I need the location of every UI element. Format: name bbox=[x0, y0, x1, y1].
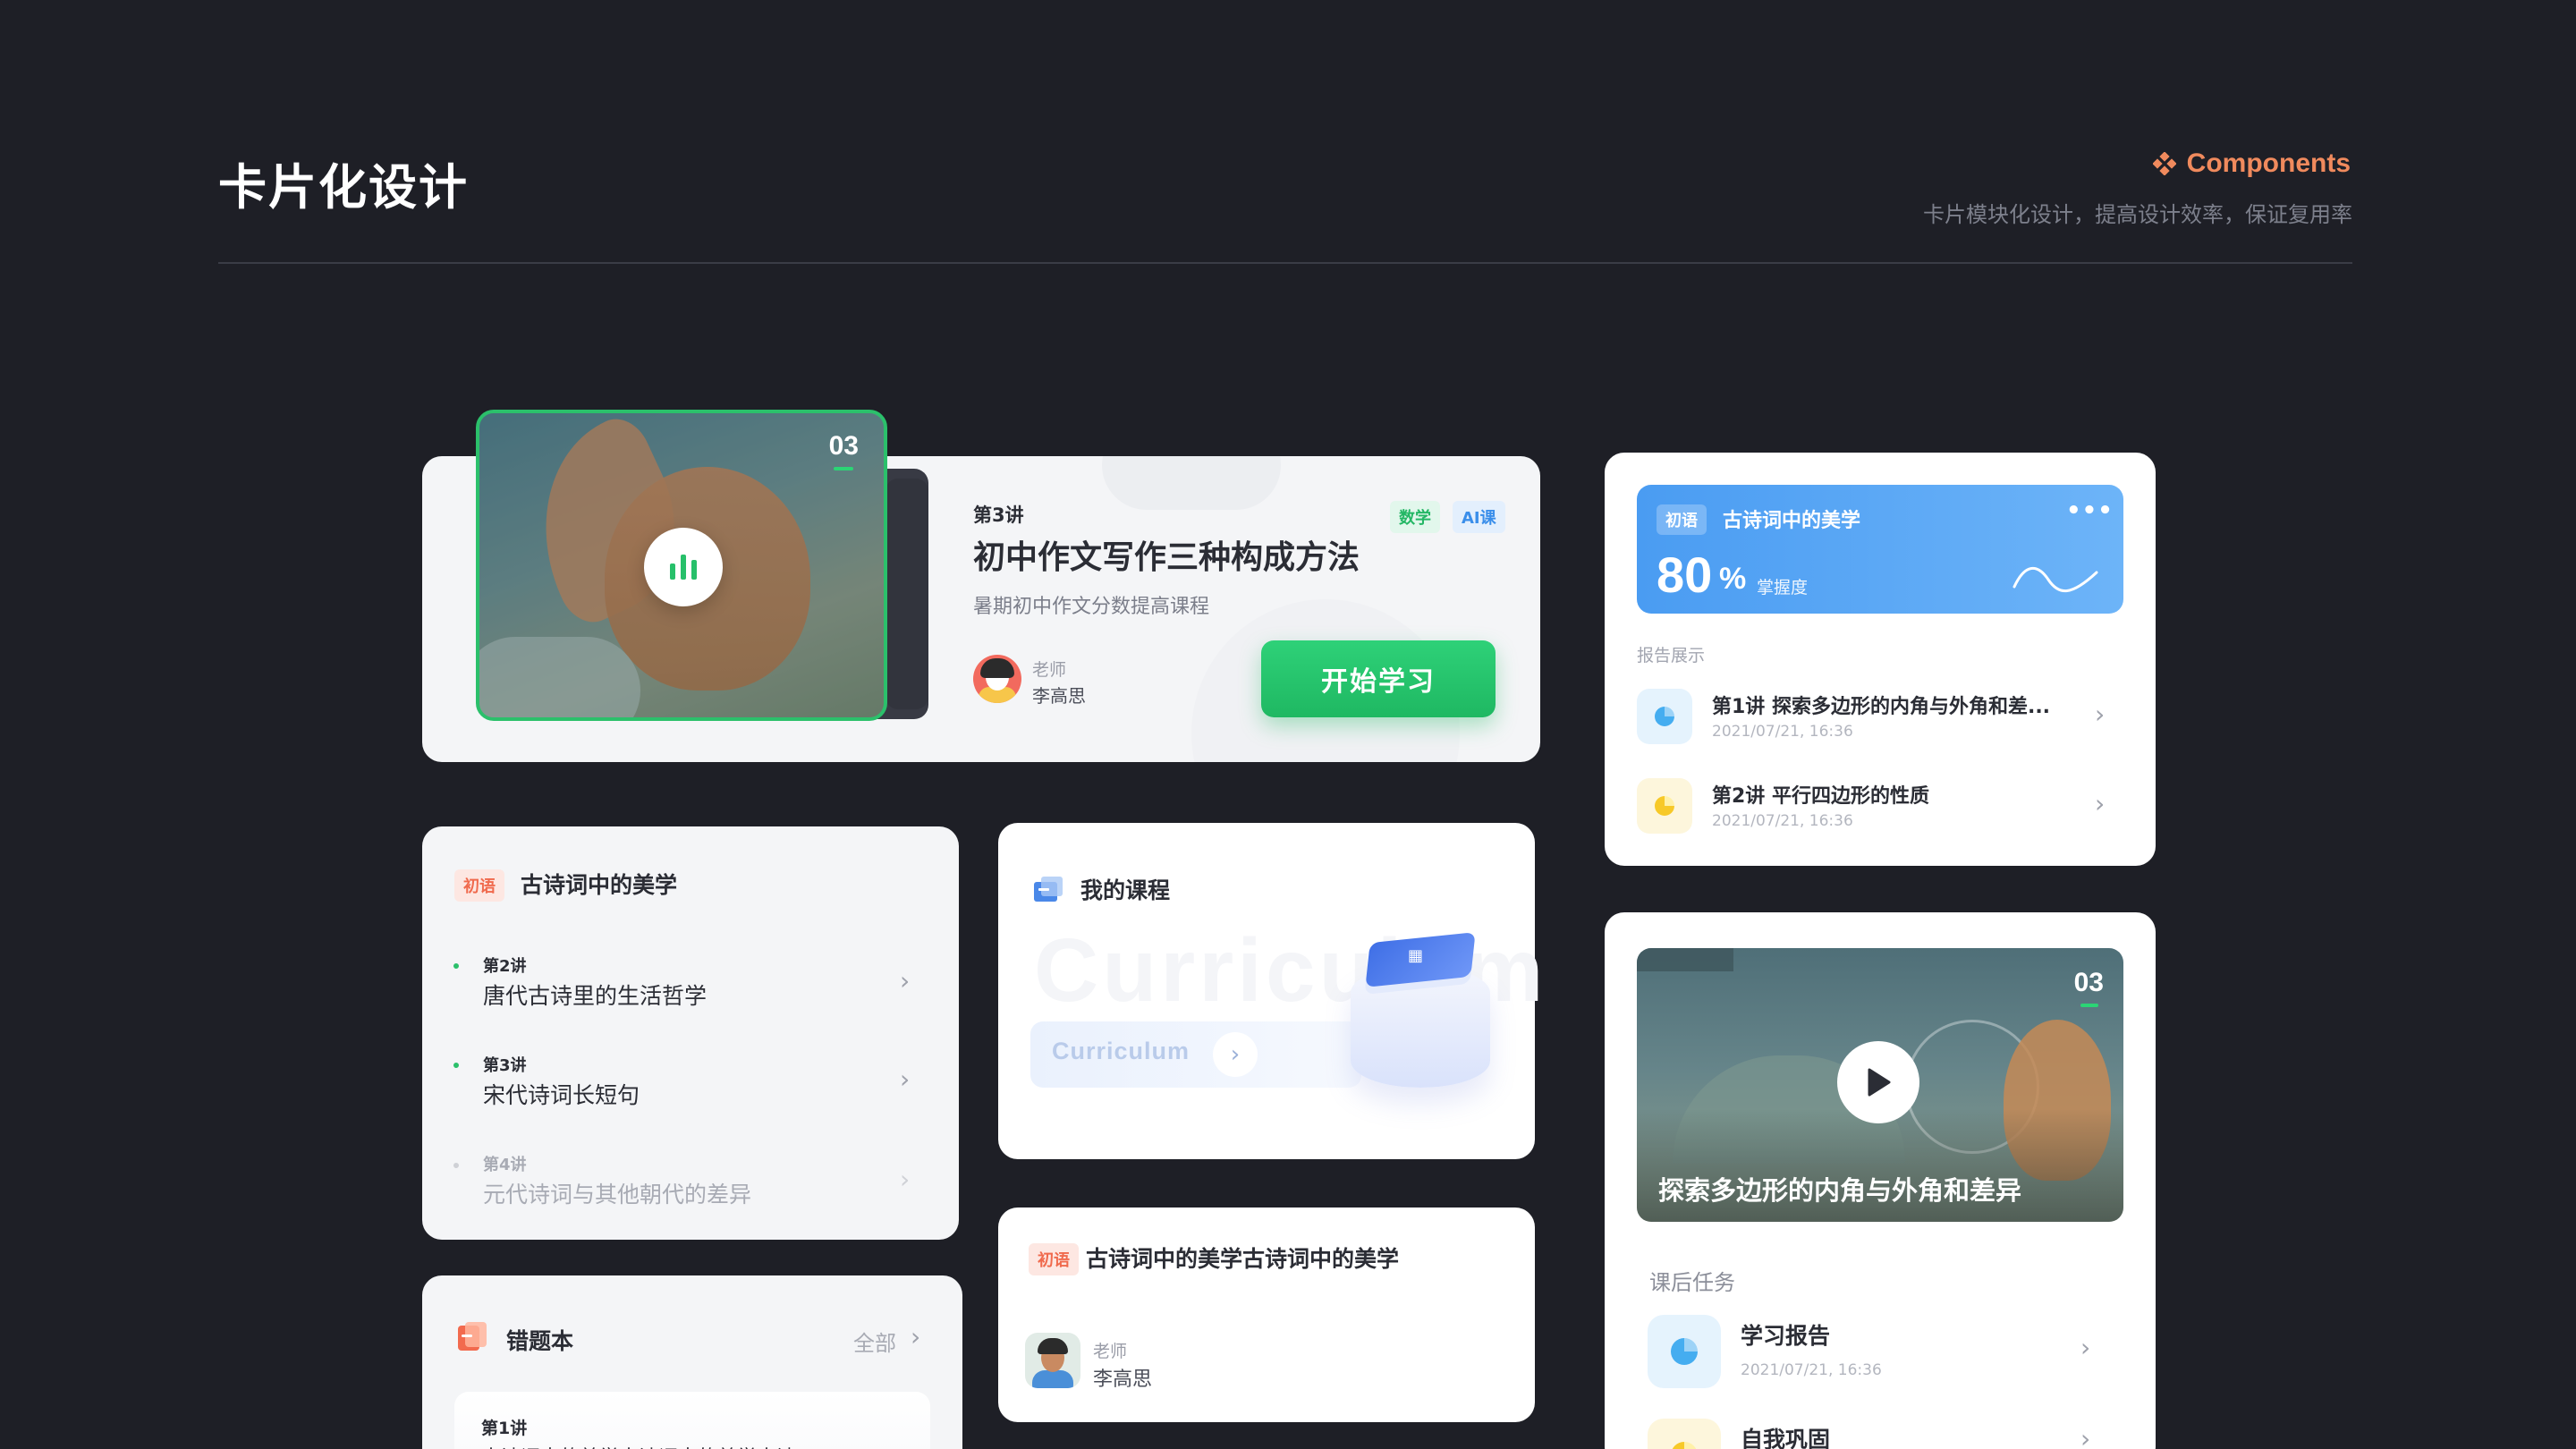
chevron-right-icon[interactable]: › bbox=[900, 1064, 910, 1094]
subject-chip: 初语 bbox=[1657, 504, 1707, 535]
report-title: 古诗词中的美学 bbox=[1723, 510, 1861, 532]
mastery-label: 掌握度 bbox=[1757, 578, 1809, 597]
video-number: 03 bbox=[2073, 968, 2104, 997]
components-subtitle: 卡片模块化设计，提高设计效率，保证复用率 bbox=[1923, 202, 2352, 227]
header-divider bbox=[218, 262, 2352, 264]
cover-number-underline bbox=[834, 467, 853, 470]
wave-icon bbox=[2012, 566, 2098, 593]
report-item-date: 2021/07/21, 16:36 bbox=[1712, 812, 1853, 830]
mastery-percent-sign: % bbox=[1719, 562, 1747, 596]
list-item-title[interactable]: 元代诗词与其他朝代的差异 bbox=[483, 1177, 751, 1209]
teacher-name: 李高思 bbox=[1093, 1368, 1153, 1391]
teacher-label: 老师 bbox=[1032, 660, 1067, 680]
cover-number: 03 bbox=[828, 431, 859, 461]
pie-chart-icon bbox=[1671, 1338, 1698, 1365]
audio-bars-icon bbox=[691, 560, 697, 580]
mistake-item-lecture: 第1讲 bbox=[481, 1419, 528, 1438]
course-subtitle: 暑期初中作文分数提高课程 bbox=[973, 596, 1210, 618]
report-item-date: 2021/07/21, 16:36 bbox=[1712, 723, 1853, 741]
cover-stack-shadow bbox=[886, 479, 928, 709]
homework-item-date: 2021/07/21, 16:36 bbox=[1741, 1361, 1882, 1379]
notebook-icon bbox=[458, 1322, 487, 1351]
audio-play-button[interactable] bbox=[644, 528, 723, 606]
play-button[interactable] bbox=[1837, 1041, 1919, 1123]
pie-chart-icon bbox=[1655, 796, 1674, 816]
homework-item-icon bbox=[1648, 1315, 1721, 1388]
subject-tag: 数学 bbox=[1390, 501, 1440, 533]
list-item-title[interactable]: 唐代古诗里的生活哲学 bbox=[483, 979, 707, 1011]
report-item-title[interactable]: 第2讲 平行四边形的性质 bbox=[1712, 780, 1929, 809]
teacher-label: 老师 bbox=[1093, 1342, 1128, 1361]
audio-bars-icon bbox=[670, 564, 675, 580]
mastery-score: 80 bbox=[1657, 547, 1713, 603]
list-item-lecture: 第3讲 bbox=[483, 1056, 527, 1075]
components-icon bbox=[2152, 152, 2176, 175]
chevron-right-icon[interactable]: › bbox=[1213, 1032, 1258, 1077]
poetry-teacher-card[interactable] bbox=[998, 1208, 1535, 1422]
poetry-teacher-title: 古诗词中的美学古诗词中的美学 bbox=[1086, 1246, 1400, 1272]
course-book-icon bbox=[1034, 877, 1063, 902]
mistake-item-title: 古诗词中的美学古诗词中的美学古诗 bbox=[481, 1442, 796, 1449]
chevron-right-icon[interactable]: › bbox=[900, 966, 910, 996]
illustration-shape bbox=[1637, 948, 1733, 971]
homework-item-title[interactable]: 学习报告 bbox=[1741, 1318, 1830, 1351]
report-item-icon bbox=[1637, 778, 1692, 834]
book-emblem-icon: ▦ bbox=[1408, 946, 1424, 965]
audio-bars-icon bbox=[681, 555, 686, 580]
curriculum-pill-label: Curriculum bbox=[1052, 1038, 1191, 1064]
list-item-lecture: 第4讲 bbox=[483, 1156, 527, 1174]
card-decoration bbox=[1102, 456, 1281, 510]
pie-chart-icon bbox=[1655, 707, 1674, 726]
teacher-name: 李高思 bbox=[1032, 685, 1086, 707]
poetry-list-title: 古诗词中的美学 bbox=[521, 872, 678, 898]
view-all-link[interactable]: 全部 bbox=[853, 1326, 896, 1357]
chevron-right-icon[interactable]: › bbox=[900, 1165, 910, 1194]
chevron-right-icon[interactable]: › bbox=[2095, 789, 2105, 818]
report-item-icon bbox=[1637, 689, 1692, 744]
subject-chip: 初语 bbox=[454, 869, 504, 902]
mistakes-title: 错题本 bbox=[506, 1328, 574, 1354]
more-icon[interactable]: ••• bbox=[2066, 497, 2114, 524]
list-item-lecture: 第2讲 bbox=[483, 957, 527, 976]
my-courses-title: 我的课程 bbox=[1080, 877, 1171, 903]
start-learning-button[interactable]: 开始学习 bbox=[1261, 640, 1496, 717]
pie-chart-icon bbox=[1671, 1442, 1698, 1449]
homework-item-title[interactable]: 自我巩固 bbox=[1741, 1422, 1830, 1449]
status-dot bbox=[453, 963, 459, 969]
lecture-number: 第3讲 bbox=[973, 504, 1024, 526]
chevron-right-icon[interactable]: › bbox=[911, 1322, 920, 1352]
video-title: 探索多边形的内角与外角和差异 bbox=[1658, 1175, 2022, 1206]
play-icon bbox=[1868, 1068, 1891, 1097]
homework-caption: 课后任务 bbox=[1649, 1270, 1735, 1295]
status-dot bbox=[453, 1163, 459, 1168]
teacher-avatar bbox=[1025, 1333, 1080, 1388]
components-label: Components bbox=[2152, 148, 2351, 179]
chevron-right-icon[interactable]: › bbox=[2080, 1424, 2090, 1449]
status-dot bbox=[453, 1063, 459, 1068]
lesson-video[interactable]: 03 探索多边形的内角与外角和差异 bbox=[1637, 948, 2123, 1222]
video-number-underline bbox=[2080, 1004, 2098, 1007]
type-tag: AI课 bbox=[1453, 501, 1505, 533]
homework-item-icon bbox=[1648, 1419, 1721, 1449]
list-item-title[interactable]: 宋代诗词长短句 bbox=[483, 1078, 640, 1110]
subject-chip: 初语 bbox=[1029, 1243, 1079, 1275]
chevron-right-icon[interactable]: › bbox=[2095, 699, 2105, 729]
components-text: Components bbox=[2186, 148, 2351, 178]
course-title: 初中作文写作三种构成方法 bbox=[973, 539, 1360, 576]
teacher-avatar bbox=[973, 655, 1021, 703]
course-cover-image[interactable]: 03 bbox=[476, 410, 887, 721]
page-title: 卡片化设计 bbox=[218, 159, 469, 216]
chevron-right-icon[interactable]: › bbox=[2080, 1333, 2090, 1362]
report-caption: 报告展示 bbox=[1637, 646, 1706, 665]
report-item-title[interactable]: 第1讲 探索多边形的内角与外角和差... bbox=[1712, 691, 2050, 719]
